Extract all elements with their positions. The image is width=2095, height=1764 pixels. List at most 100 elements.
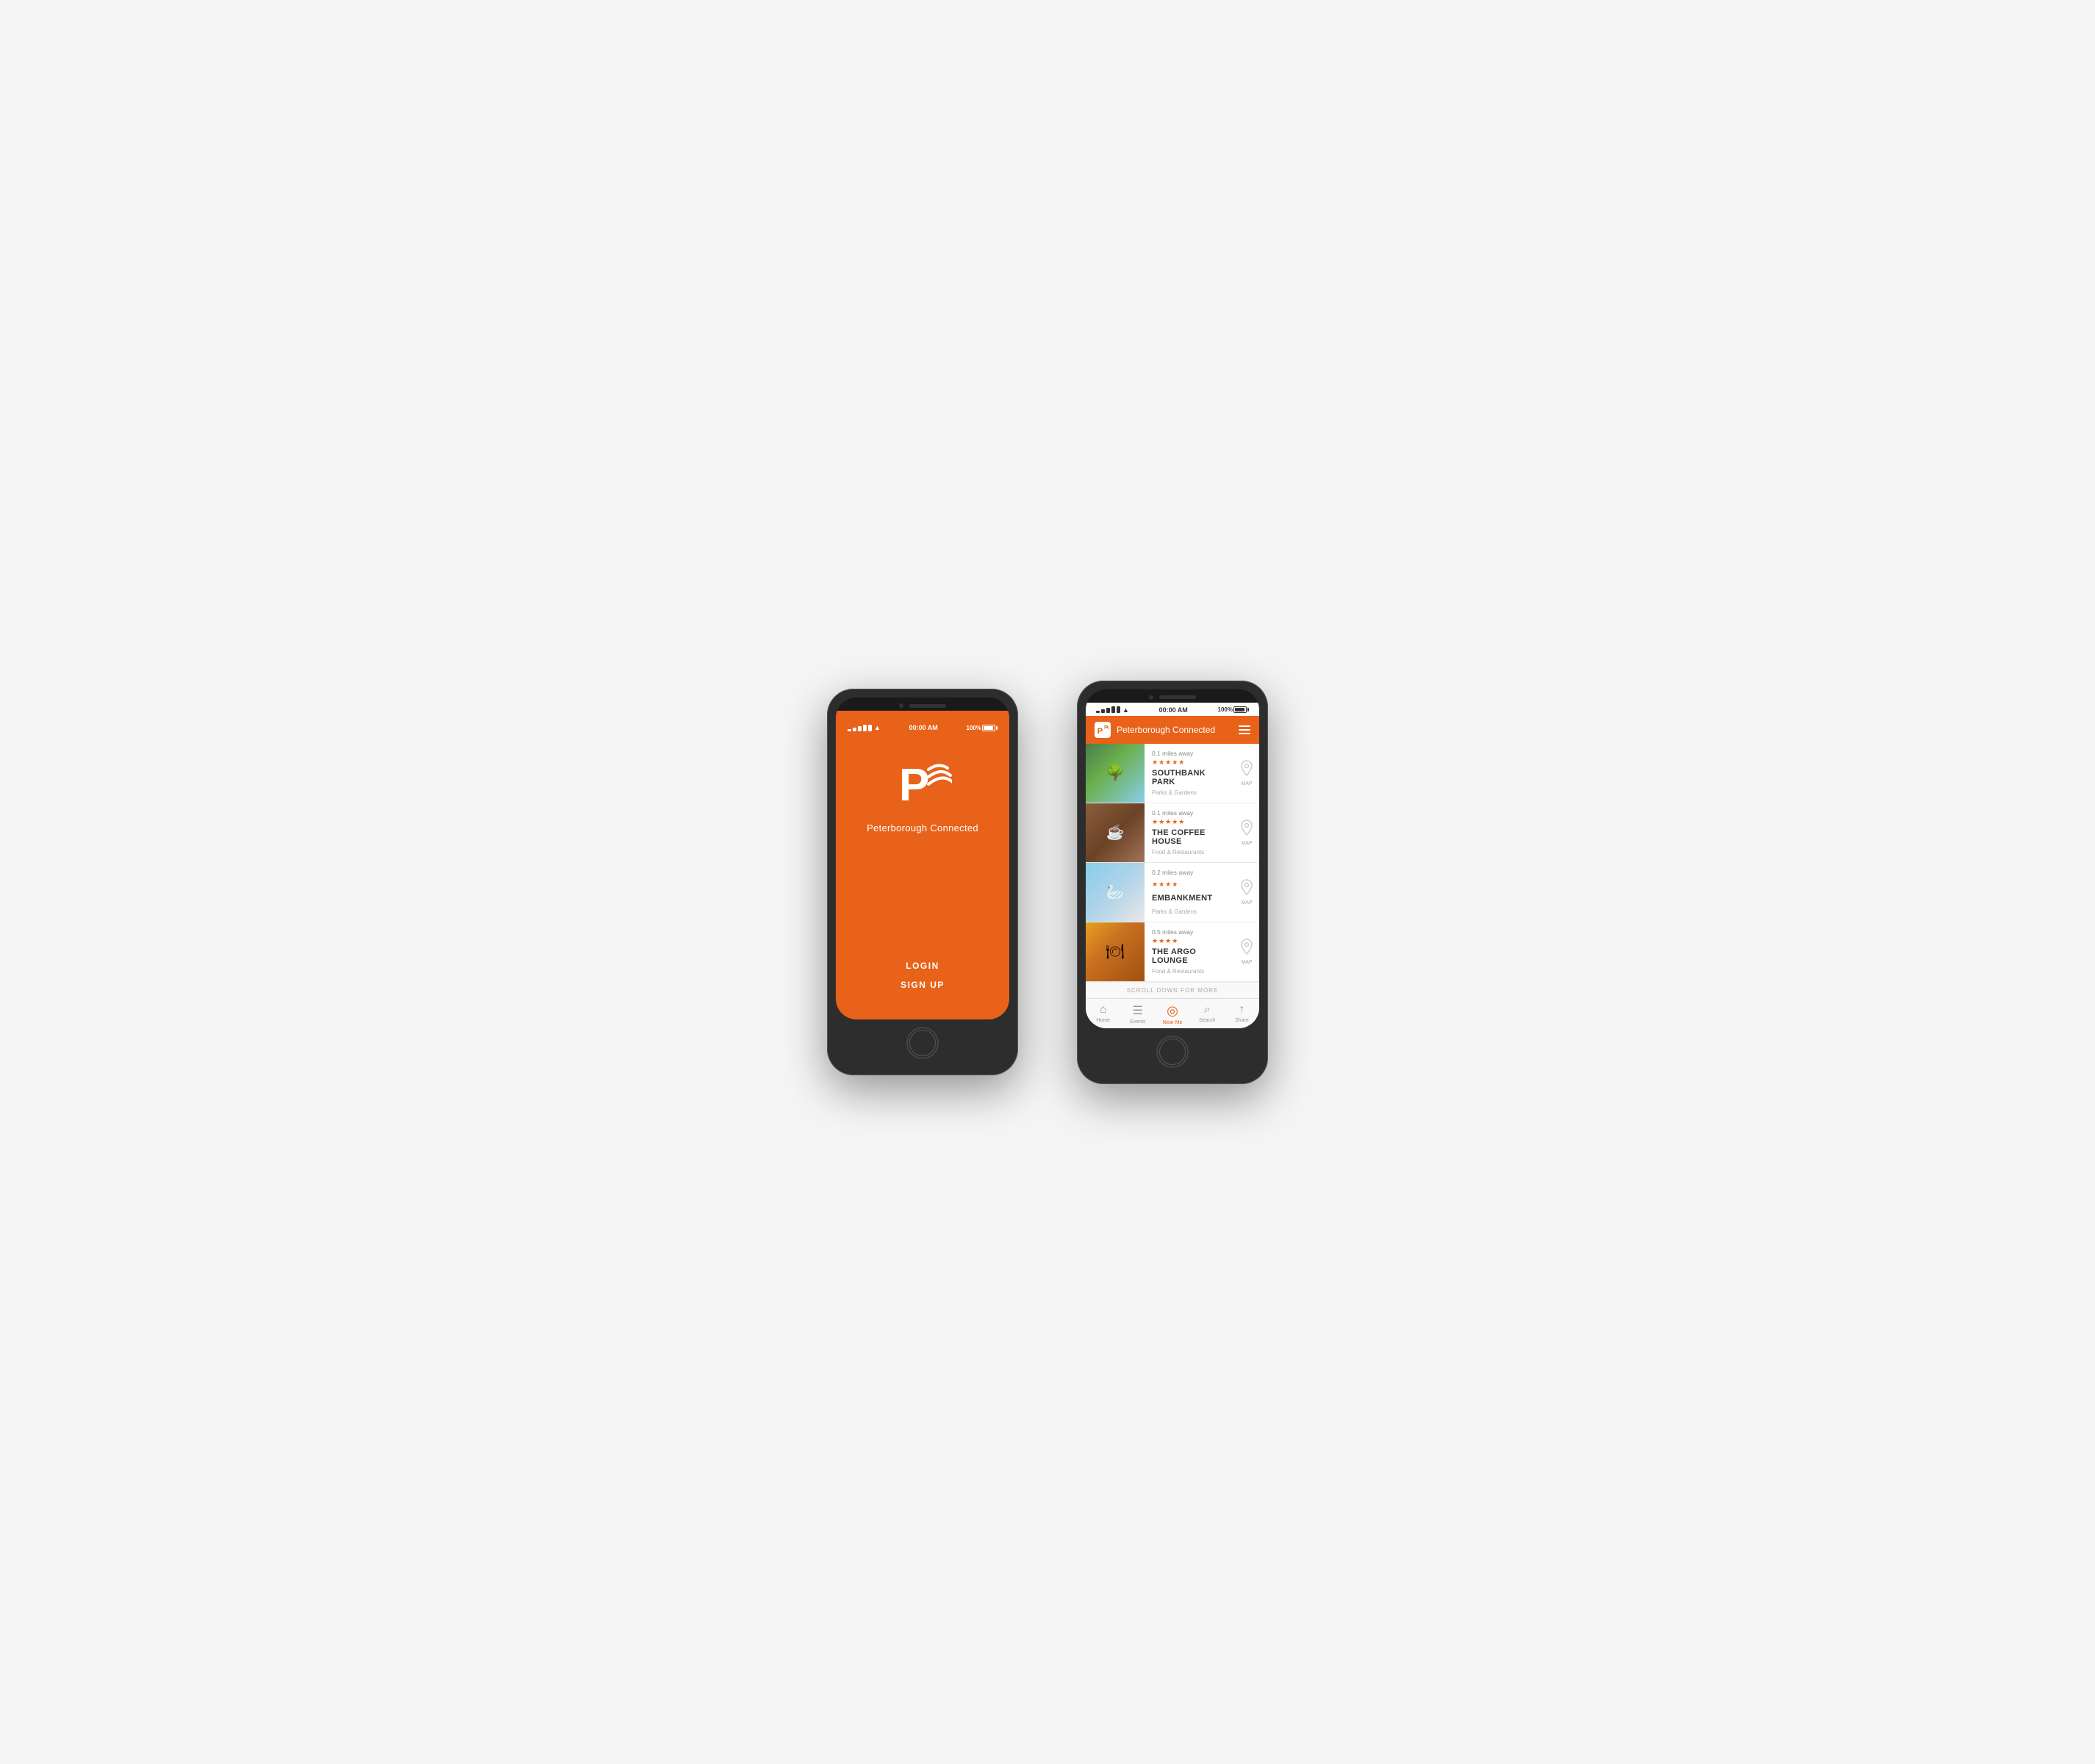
nav-home-label: Home — [1096, 1018, 1110, 1023]
auth-buttons: LOGIN SIGN UP — [850, 961, 995, 990]
signal-icon-app — [1096, 706, 1120, 713]
location-list: 🌳 0.1 miles away ★★★★★ SOUTHBANK PARK Pa… — [1086, 744, 1259, 982]
scene: ▲ 00:00 AM 100% — [783, 637, 1312, 1128]
nav-events-label: Events — [1130, 1019, 1145, 1025]
signup-button[interactable]: SIGN UP — [900, 980, 945, 990]
battery-icon: 100% — [967, 725, 998, 731]
time-display: 00:00 AM — [909, 724, 938, 731]
signal-icon — [848, 725, 872, 731]
signal-area: ▲ — [848, 724, 881, 731]
nav-share-label: Share — [1235, 1018, 1249, 1023]
search-icon: ⌕ — [1204, 1003, 1211, 1017]
location-name: THE COFFEE HOUSE — [1152, 828, 1227, 846]
list-item[interactable]: 🦢 0.2 miles away ★★★★ EMBANKMENT Parks &… — [1086, 863, 1259, 922]
phone-top-bar-2 — [1086, 689, 1259, 703]
thumb-image: ☕ — [1086, 803, 1145, 862]
map-pin-icon — [1240, 879, 1253, 899]
distance-label: 0.5 miles away — [1152, 928, 1227, 936]
location-name: THE ARGO LOUNGE — [1152, 947, 1227, 965]
map-pin-icon — [1240, 939, 1253, 958]
nav-search[interactable]: ⌕ Search — [1190, 1003, 1225, 1025]
status-bar-app: ▲ 00:00 AM 100% — [1086, 703, 1259, 716]
time-display-app: 00:00 AM — [1159, 706, 1188, 714]
speaker-2 — [1159, 695, 1196, 699]
list-item[interactable]: 🍽 0.5 miles away ★★★★ THE ARGO LOUNGE Fo… — [1086, 922, 1259, 982]
location-info: 0.1 miles away ★★★★★ THE COFFEE HOUSE Fo… — [1145, 803, 1234, 862]
location-category: Parks & Gardens — [1152, 908, 1227, 915]
location-info: 0.1 miles away ★★★★★ SOUTHBANK PARK Park… — [1145, 744, 1234, 803]
home-button[interactable] — [906, 1027, 939, 1059]
near-me-icon: ◎ — [1167, 1003, 1178, 1019]
scroll-more-label: SCROLL DOWN FOR MORE — [1086, 982, 1259, 998]
app-header: P Peterborough Connected — [1086, 716, 1259, 744]
app-screen: P Peterborough Connected — [1086, 716, 1259, 1028]
nav-share[interactable]: ↑ Share — [1225, 1003, 1259, 1025]
distance-label: 0.1 miles away — [1152, 750, 1227, 757]
location-info: 0.5 miles away ★★★★ THE ARGO LOUNGE Food… — [1145, 922, 1234, 981]
menu-line — [1239, 729, 1250, 731]
thumb-image: 🦢 — [1086, 863, 1145, 922]
svg-text:P: P — [1097, 726, 1103, 735]
speaker — [909, 704, 946, 708]
map-label: MAP — [1241, 841, 1252, 846]
share-icon: ↑ — [1239, 1003, 1245, 1017]
nav-near-me-label: Near Me — [1163, 1020, 1183, 1025]
map-button[interactable]: MAP — [1234, 744, 1259, 803]
nav-near-me[interactable]: ◎ Near Me — [1155, 1003, 1189, 1025]
nav-search-label: Search — [1199, 1018, 1215, 1023]
hamburger-menu[interactable] — [1239, 725, 1250, 734]
rating-stars: ★★★★★ — [1152, 759, 1227, 767]
logo-icon: P — [1095, 722, 1111, 738]
header-title: Peterborough Connected — [1117, 725, 1215, 735]
distance-label: 0.1 miles away — [1152, 809, 1227, 817]
list-item[interactable]: ☕ 0.1 miles away ★★★★★ THE COFFEE HOUSE … — [1086, 803, 1259, 863]
location-category: Food & Restaurants — [1152, 849, 1227, 856]
location-thumbnail: 🦢 — [1086, 863, 1145, 922]
map-pin-icon — [1240, 820, 1253, 839]
home-icon: ⌂ — [1100, 1003, 1107, 1017]
camera — [899, 703, 903, 708]
rating-stars: ★★★★ — [1152, 937, 1227, 945]
location-category: Parks & Gardens — [1152, 789, 1227, 796]
menu-line — [1239, 725, 1250, 727]
location-thumbnail: ☕ — [1086, 803, 1145, 862]
rating-stars: ★★★★★ — [1152, 818, 1227, 826]
logo-area: P Peterborough Connected — [867, 755, 978, 833]
battery-icon-app: 100% — [1218, 706, 1249, 713]
location-thumbnail: 🍽 — [1086, 922, 1145, 981]
app-name-label: Peterborough Connected — [867, 822, 978, 833]
status-bar-login: ▲ 00:00 AM 100% — [836, 720, 1009, 734]
map-button[interactable]: MAP — [1234, 863, 1259, 922]
camera-2 — [1149, 695, 1153, 700]
distance-label: 0.2 miles away — [1152, 869, 1227, 876]
wifi-icon-app: ▲ — [1122, 706, 1129, 714]
bottom-navigation: ⌂ Home ☰ Events ◎ Near Me ⌕ Search — [1086, 998, 1259, 1028]
events-icon: ☰ — [1133, 1003, 1143, 1018]
login-button[interactable]: LOGIN — [906, 961, 939, 971]
thumb-image: 🍽 — [1086, 922, 1145, 981]
nav-home[interactable]: ⌂ Home — [1086, 1003, 1120, 1025]
app-logo: P — [893, 755, 952, 814]
phone-login: ▲ 00:00 AM 100% — [827, 689, 1018, 1075]
wifi-icon: ▲ — [874, 724, 881, 731]
map-pin-icon — [1240, 760, 1253, 780]
map-button[interactable]: MAP — [1234, 803, 1259, 862]
map-label: MAP — [1241, 781, 1252, 786]
thumb-image: 🌳 — [1086, 744, 1145, 803]
map-label: MAP — [1241, 900, 1252, 906]
phone-top-bar — [836, 698, 1009, 711]
location-category: Food & Restaurants — [1152, 968, 1227, 975]
map-label: MAP — [1241, 960, 1252, 965]
list-item[interactable]: 🌳 0.1 miles away ★★★★★ SOUTHBANK PARK Pa… — [1086, 744, 1259, 803]
location-name: SOUTHBANK PARK — [1152, 769, 1227, 786]
signal-area-app: ▲ — [1096, 706, 1129, 714]
location-name: EMBANKMENT — [1152, 894, 1227, 903]
login-screen: P Peterborough Connected LOGIN SIGN UP — [836, 711, 1009, 1019]
nav-events[interactable]: ☰ Events — [1120, 1003, 1155, 1025]
svg-text:P: P — [899, 760, 929, 811]
location-thumbnail: 🌳 — [1086, 744, 1145, 803]
home-button-2[interactable] — [1156, 1036, 1189, 1068]
menu-line — [1239, 733, 1250, 734]
rating-stars: ★★★★ — [1152, 881, 1227, 889]
map-button[interactable]: MAP — [1234, 922, 1259, 981]
